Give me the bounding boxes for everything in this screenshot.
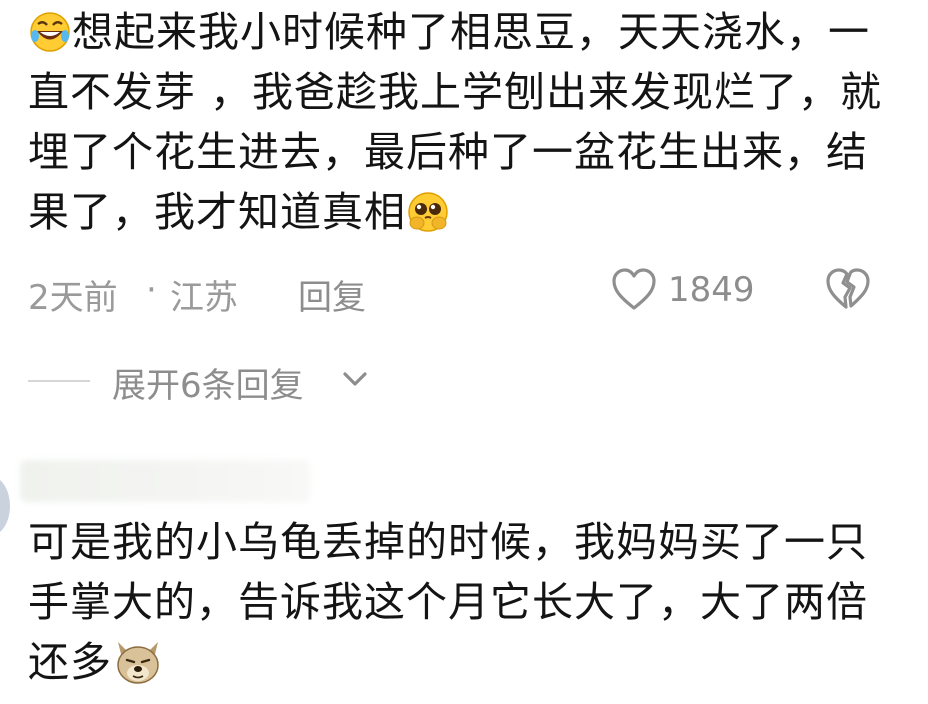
- expand-divider-line: [28, 380, 90, 382]
- meta-separator: ·: [146, 270, 157, 310]
- pleading-face-emoji-icon: [408, 192, 448, 232]
- reply-button[interactable]: 回复: [298, 270, 366, 319]
- chevron-down-icon: [343, 372, 367, 386]
- comment-location: 江苏: [170, 278, 238, 318]
- comment-1-body: 想起来我小时候种了相思豆，天天浇水，一直不发芽 ，我爸趁我上学刨出来发现烂了，就…: [28, 8, 883, 236]
- blurred-username: [20, 460, 310, 502]
- heart-outline-icon[interactable]: [610, 266, 658, 312]
- comment-2-text: 可是我的小乌龟丢掉的时候，我妈妈买了一只手掌大的，告诉我这个月它长大了，大了两倍…: [28, 512, 888, 692]
- dog-face-sticker-emoji-icon: [117, 642, 159, 684]
- rofl-laughing-emoji-icon: [30, 12, 70, 52]
- like-count: 1849: [668, 270, 755, 310]
- comment-time: 2天前: [28, 278, 118, 318]
- comment-1-meta-row: 2天前 · 江苏 回复 1849: [28, 262, 888, 318]
- expand-replies-label: 展开6条回复: [112, 366, 304, 406]
- avatar[interactable]: [0, 476, 10, 536]
- broken-heart-icon[interactable]: [824, 266, 872, 312]
- comment-1-text: 想起来我小时候种了相思豆，天天浇水，一直不发芽 ，我爸趁我上学刨出来发现烂了，就…: [28, 2, 888, 242]
